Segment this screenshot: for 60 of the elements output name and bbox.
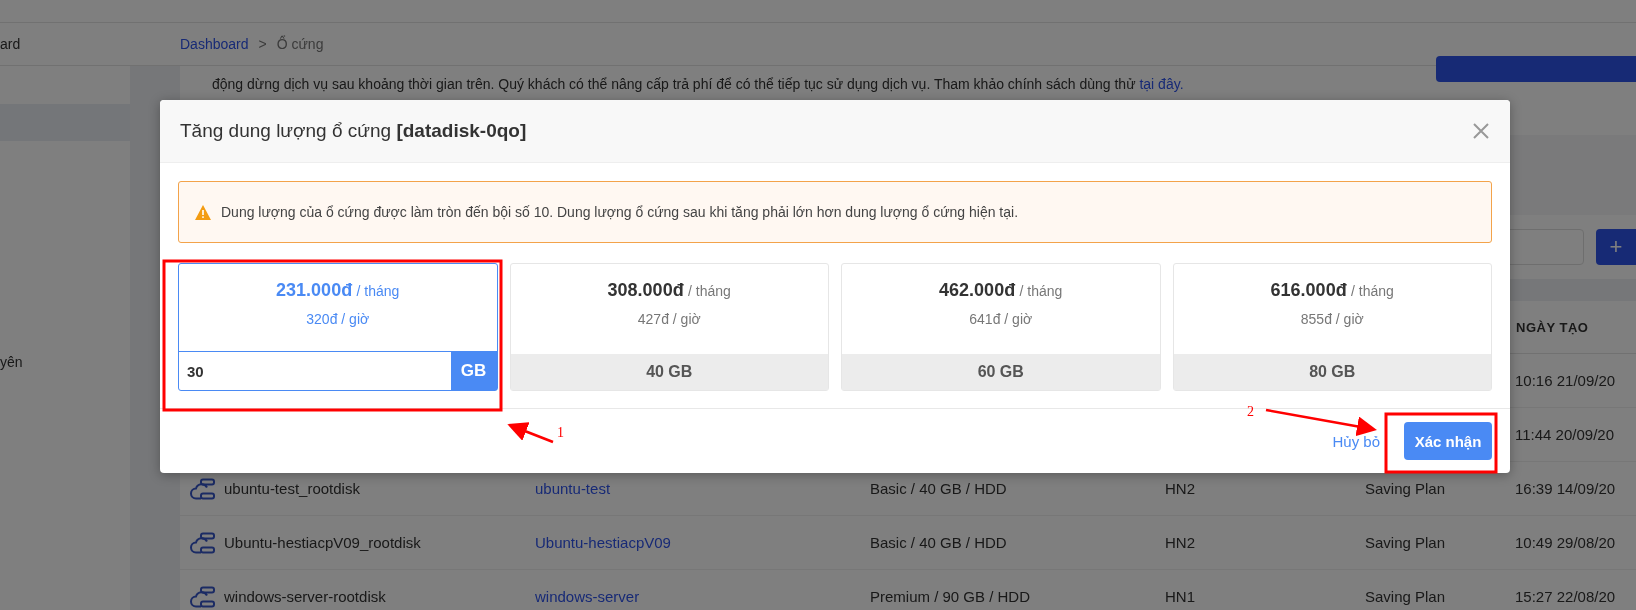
warning-icon xyxy=(195,204,211,220)
table-cell-text: Saving Plan xyxy=(1365,534,1447,551)
step-number: 1 xyxy=(557,425,564,440)
size-option: 60 GB xyxy=(842,354,1160,390)
table-cell-text: Basic / 40 GB / HDD xyxy=(870,480,1008,497)
price-period: / tháng xyxy=(1351,283,1394,299)
price-period: / tháng xyxy=(688,283,731,299)
cloud-server-icon xyxy=(190,477,216,500)
size-option: 40 GB xyxy=(510,354,828,390)
table-cell: Ubuntu-hestiacpV09_rootdisk xyxy=(224,534,421,551)
instance-link[interactable]: Ubuntu-hestiacpV09 xyxy=(535,534,870,551)
instance-link[interactable]: ubuntu-test xyxy=(535,480,870,497)
price-period: / tháng xyxy=(356,283,400,299)
breadcrumb-separator: > xyxy=(258,36,267,52)
close-icon[interactable] xyxy=(1472,122,1490,140)
size-option: 80 GB xyxy=(1173,354,1491,390)
step-number: 2 xyxy=(1247,404,1254,419)
table-cell-text: 11:44 20/09/20 xyxy=(1515,426,1615,443)
cancel-button[interactable]: Hủy bỏ xyxy=(1332,432,1380,450)
hourly-price: 427đ / giờ xyxy=(637,311,701,327)
table-cell-text: HN2 xyxy=(1165,480,1196,497)
sidebar-item[interactable]: ard xyxy=(0,26,130,62)
hourly-price: 641đ / giờ xyxy=(969,311,1033,327)
size-input-field[interactable]: 30 GB xyxy=(179,351,497,390)
monthly-price: 231.000đ xyxy=(276,280,353,300)
table-cell-text: 16:39 14/09/20 xyxy=(1515,480,1617,497)
monthly-price: 308.000đ xyxy=(607,280,684,300)
monthly-price: 462.000đ xyxy=(939,280,1016,300)
selected-plan-card[interactable]: 231.000đ / tháng 320đ / giờ 30 GB xyxy=(178,263,498,391)
cloud-server-icon xyxy=(190,531,216,554)
breadcrumb-link[interactable]: Dashboard xyxy=(180,36,249,52)
hourly-price: 320đ / giờ xyxy=(306,311,370,327)
table-cell: ubuntu-test_rootdisk xyxy=(224,480,360,497)
table-cell-text: HN2 xyxy=(1165,534,1196,551)
sidebar-item[interactable]: yên xyxy=(0,345,130,380)
hourly-price: 855đ / giờ xyxy=(1300,311,1364,327)
unit-addon: GB xyxy=(450,352,497,390)
table-cell-text: 15:27 22/08/20 xyxy=(1515,588,1617,605)
table-cell: windows-server-rootdisk xyxy=(224,588,386,605)
table-cell-text: Saving Plan xyxy=(1365,588,1447,605)
table-cell-text: 10:49 29/08/20 xyxy=(1515,534,1617,551)
breadcrumb-current: Ổ cứng xyxy=(276,36,324,52)
table-cell-text: HN1 xyxy=(1165,588,1196,605)
instance-link[interactable]: windows-server xyxy=(535,588,870,605)
plan-card[interactable]: 616.000đ / tháng 855đ / giờ 80 GB xyxy=(1172,263,1492,391)
table-cell-text: Saving Plan xyxy=(1365,480,1447,497)
plan-card[interactable]: 308.000đ / tháng 427đ / giờ 40 GB xyxy=(509,263,829,391)
alert-text: Dung lượng của ổ cứng được làm tròn đến bội số 10. Dung lượng ổ cứng sau khi tăng phải lớn hơn dung lượng ổ cứng hiện tại. xyxy=(221,204,1019,220)
table-cell-text: Premium / 90 GB / HDD xyxy=(870,588,1032,605)
table-cell-text: Basic / 40 GB / HDD xyxy=(870,534,1008,551)
plan-card[interactable]: 462.000đ / tháng 641đ / giờ 60 GB xyxy=(841,263,1161,391)
modal-title: Tăng dung lượng ổ cứng [datadisk-0qo] xyxy=(180,120,527,142)
confirm-button[interactable]: Xác nhận xyxy=(1404,422,1492,460)
cloud-server-icon xyxy=(190,585,216,608)
table-cell-text: 10:16 21/09/20 xyxy=(1515,372,1617,389)
price-period: / tháng xyxy=(1019,283,1063,299)
monthly-price: 616.000đ xyxy=(1270,280,1347,300)
policy-link[interactable]: tại đây. xyxy=(1139,76,1184,92)
add-button[interactable]: + xyxy=(1596,229,1636,265)
annotation-arrow xyxy=(507,422,554,444)
